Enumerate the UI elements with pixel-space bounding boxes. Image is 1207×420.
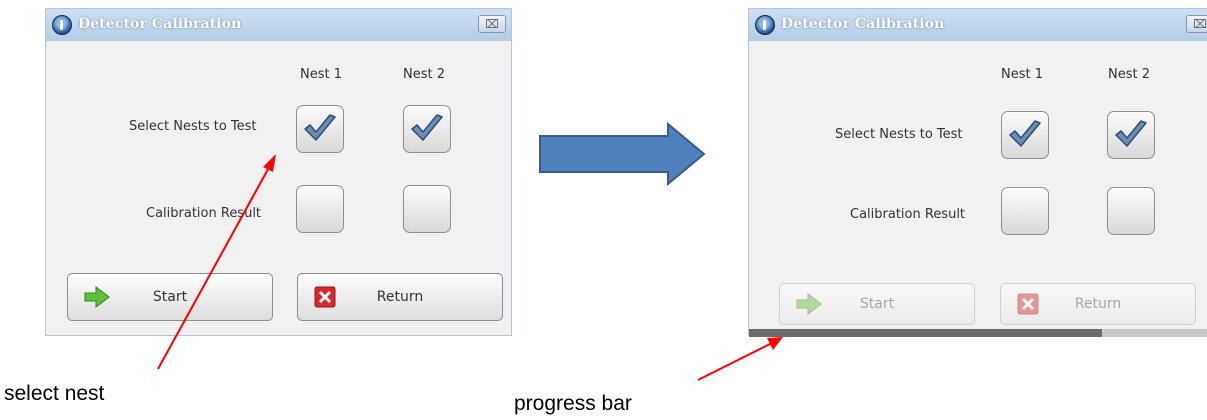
annotation-arrows bbox=[157, 154, 783, 381]
progress-bar-arrow bbox=[697, 337, 783, 381]
select-nest-caption: select nest bbox=[4, 382, 105, 405]
progress-bar-caption: progress bar bbox=[514, 392, 632, 415]
select-nest-arrow bbox=[157, 154, 276, 370]
